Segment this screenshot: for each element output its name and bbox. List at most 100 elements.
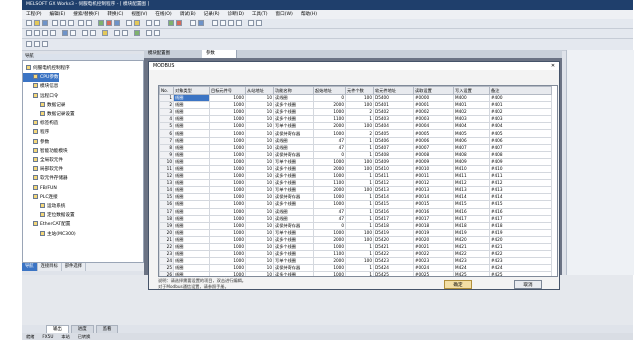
table-cell[interactable]: 1 (345, 264, 374, 273)
table-cell[interactable]: D5424 (373, 264, 414, 273)
tree-item[interactable]: 数据记录设置 (23, 110, 75, 119)
table-cell[interactable]: 13 (159, 179, 174, 188)
menu-item[interactable]: 转换(C) (103, 10, 127, 19)
table-cell[interactable]: M409 (453, 157, 490, 166)
table-cell[interactable]: M413 (453, 186, 490, 195)
table-cell[interactable]: D5419 (373, 228, 414, 237)
table-row[interactable]: 1 线圈 1000 10 读线圈 0 100 D5400 #0000 M400 #400 (159, 93, 552, 103)
cancel-button[interactable]: 取消 (514, 280, 542, 289)
tab-module-config[interactable]: 模块配置图 (144, 50, 209, 58)
line-icon[interactable] (248, 20, 254, 26)
save-icon[interactable] (42, 20, 48, 26)
modbus-table[interactable]: No. 对象类型 目标元件号 从站地址 功能名称 起始地址 元件个数 软元件地址 读取设置 写入设… (158, 85, 558, 277)
table-cell[interactable]: M419 (453, 228, 490, 237)
table-cell[interactable]: #0002 (413, 108, 454, 117)
table-cell[interactable]: 1 (345, 207, 374, 216)
table-cell[interactable]: 1000 (209, 164, 246, 174)
table-cell[interactable]: 100 (345, 157, 374, 166)
table-cell[interactable]: 1000 (209, 242, 246, 252)
table-cell[interactable]: 1000 (209, 108, 246, 117)
table-row[interactable]: 19 线圈 1000 10 读保持寄存器 0 1 D5418 #0018 M418 #418 (159, 221, 552, 230)
table-cell[interactable]: #0025 (413, 271, 454, 276)
table-cell[interactable]: 100 (345, 122, 374, 131)
table-cell[interactable]: 6 (159, 129, 174, 138)
table-cell[interactable]: D5400 (373, 93, 414, 103)
table-cell[interactable]: #425 (489, 271, 552, 276)
table-cell[interactable]: D5415 (373, 200, 414, 209)
table-cell[interactable]: 1 (345, 115, 374, 124)
table-cell[interactable]: 线圈 (173, 235, 210, 244)
table-cell[interactable]: 1000 (209, 150, 246, 159)
trace-icon[interactable] (122, 30, 128, 36)
table-cell[interactable]: 10 (245, 250, 274, 259)
tree-item[interactable]: EtherCAT配置 (23, 220, 70, 229)
table-cell[interactable]: 1000 (209, 271, 246, 276)
table-cell[interactable]: 线圈 (173, 129, 210, 138)
table-cell[interactable]: 1100 (313, 250, 346, 259)
table-cell[interactable]: #421 (489, 242, 552, 252)
table-cell[interactable]: 2 (159, 101, 174, 110)
table-cell[interactable]: 2 (345, 129, 374, 138)
tree-item[interactable]: 局部软元件 (23, 165, 63, 174)
table-cell[interactable]: 1000 (313, 172, 346, 181)
menu-item[interactable]: 窗口(W) (272, 10, 297, 19)
tree-item[interactable]: 伺服电机控制程序 (23, 64, 70, 73)
table-cell[interactable]: 读多个线圈 (273, 115, 314, 124)
table-cell[interactable]: 线圈 (173, 172, 210, 181)
table-cell[interactable]: #419 (489, 228, 552, 237)
table-cell[interactable]: D5404 (373, 122, 414, 131)
table-cell[interactable]: D5403 (373, 115, 414, 124)
table-cell[interactable]: D5406 (373, 136, 414, 145)
menu-item[interactable]: 视图(V) (127, 10, 151, 19)
table-cell[interactable]: M402 (453, 108, 490, 117)
table-cell[interactable]: D5418 (373, 221, 414, 230)
table-cell[interactable]: D5402 (373, 108, 414, 117)
table-cell[interactable]: M406 (453, 136, 490, 145)
instruction-icon[interactable] (236, 20, 242, 26)
table-cell[interactable]: 线圈 (173, 250, 210, 259)
table-cell[interactable]: 1 (345, 250, 374, 259)
watch-icon[interactable] (114, 30, 120, 36)
table-cell[interactable]: 读多个线圈 (273, 271, 314, 276)
table-cell[interactable]: M416 (453, 207, 490, 216)
table-cell[interactable]: 读多个线圈 (273, 179, 314, 188)
table-cell[interactable]: 10 (245, 235, 274, 244)
window-icon[interactable] (26, 41, 32, 47)
online-icon[interactable] (198, 20, 204, 26)
tree-item[interactable]: 全局软元件 (23, 156, 63, 165)
diagnose-icon[interactable] (190, 20, 196, 26)
tree-item[interactable]: 定位数据设置 (23, 211, 75, 220)
table-cell[interactable]: #407 (489, 143, 552, 152)
table-cell[interactable]: M411 (453, 172, 490, 181)
table-cell[interactable]: 读线圈 (273, 214, 314, 223)
zoom-in-icon[interactable] (146, 20, 152, 26)
table-cell[interactable]: 1000 (209, 207, 246, 216)
table-cell[interactable]: D5411 (373, 172, 414, 181)
table-cell[interactable]: #409 (489, 157, 552, 166)
table-cell[interactable]: D5420 (373, 235, 414, 244)
table-cell[interactable]: 线圈 (173, 150, 210, 159)
table-cell[interactable]: 读线圈 (273, 207, 314, 216)
tree-item[interactable]: 参数 (23, 138, 49, 147)
table-cell[interactable]: #0022 (413, 250, 454, 259)
table-cell[interactable]: #0000 (413, 93, 454, 103)
table-cell[interactable]: 线圈 (173, 221, 210, 230)
table-row[interactable]: 12 线圈 1000 10 读多个线圈 1000 1 D5411 #0011 M411 #411 (159, 172, 552, 181)
table-cell[interactable]: #401 (489, 101, 552, 110)
table-cell[interactable]: 读保持寄存器 (273, 129, 314, 138)
statement-icon[interactable] (42, 30, 48, 36)
table-cell[interactable]: #0006 (413, 136, 454, 145)
table-cell[interactable]: #423 (489, 257, 552, 266)
table-cell[interactable]: 2000 (313, 257, 346, 266)
table-cell[interactable]: 1 (345, 271, 374, 276)
tree-item[interactable]: 程序 (23, 128, 49, 137)
table-cell[interactable]: 线圈 (173, 186, 210, 195)
stop-icon[interactable] (176, 20, 182, 26)
table-cell[interactable]: 22 (159, 242, 174, 252)
table-cell[interactable]: 1 (345, 200, 374, 209)
table-row[interactable]: 5 线圈 1000 10 写单个线圈 2000 100 D5404 #0004 M404 #404 (159, 122, 552, 131)
table-row[interactable]: 2 线圈 1000 10 读多个线圈 2000 100 D5401 #0001 M401 #401 (159, 101, 552, 110)
table-cell[interactable]: 线圈 (173, 122, 210, 131)
tree-item[interactable]: 标签构造 (23, 119, 58, 128)
table-cell[interactable]: 26 (159, 271, 174, 276)
